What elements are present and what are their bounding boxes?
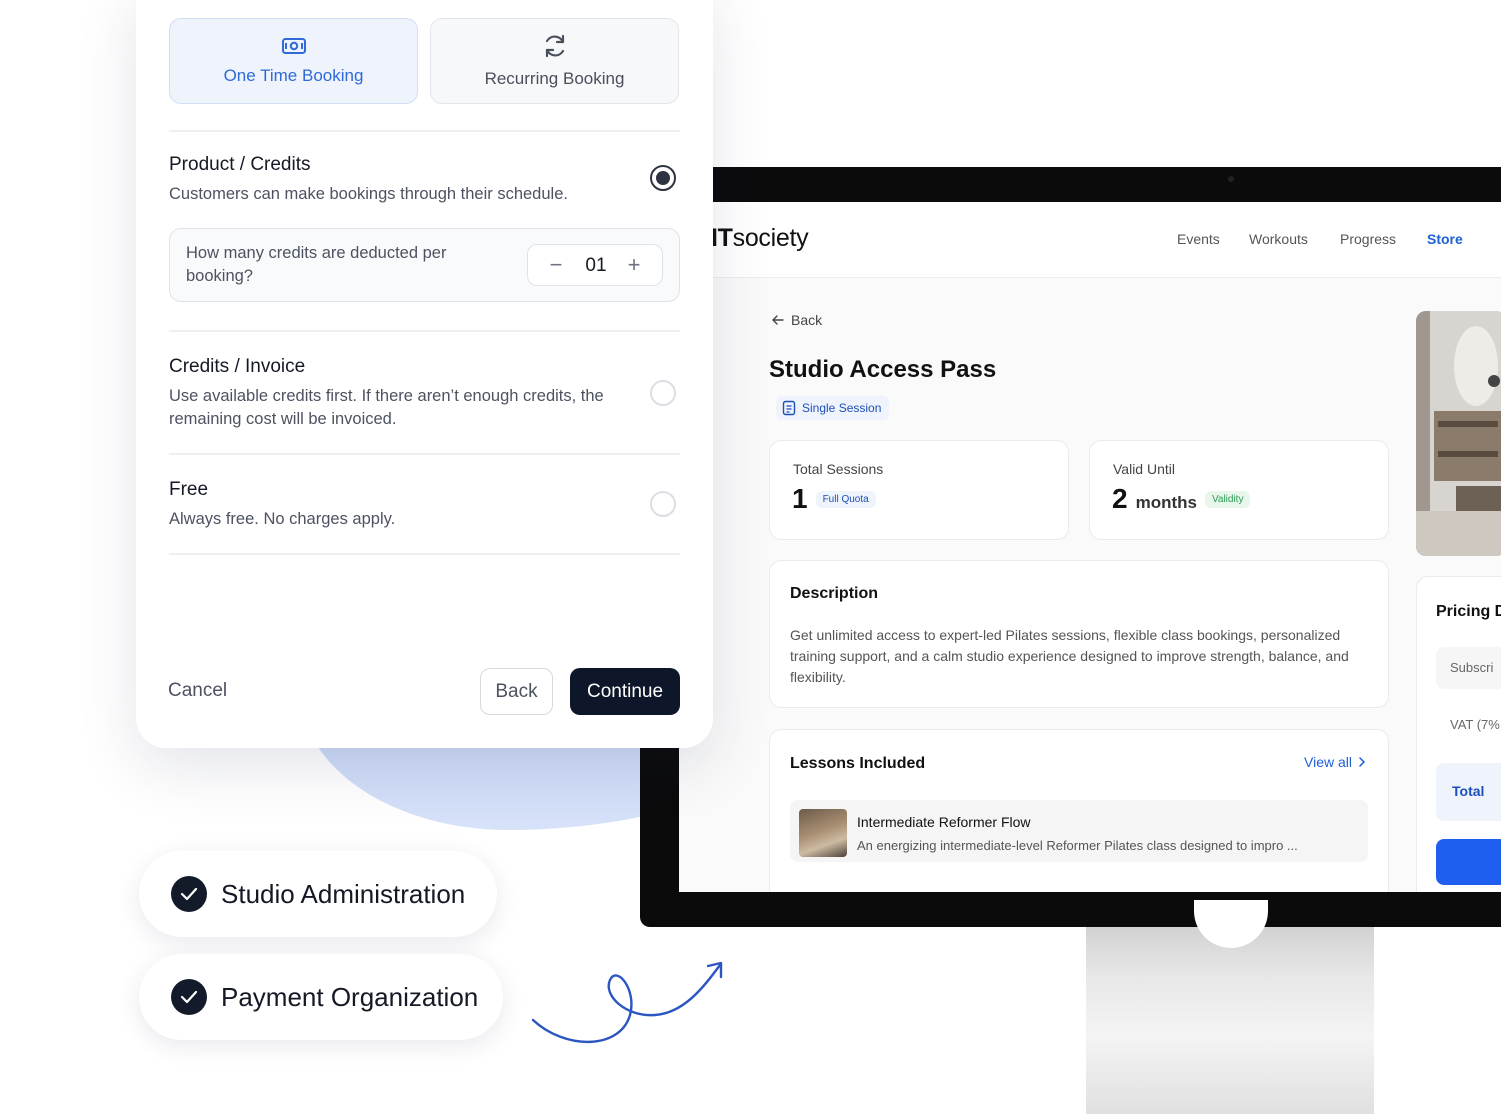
- view-all-link[interactable]: View all: [1304, 754, 1366, 770]
- validity-tag: Validity: [1204, 491, 1251, 508]
- check-icon: [171, 979, 207, 1015]
- one-time-booking-label: One Time Booking: [223, 66, 364, 85]
- nav-workouts[interactable]: Workouts: [1249, 231, 1308, 247]
- continue-button[interactable]: Continue: [570, 668, 680, 715]
- divider: [169, 130, 680, 132]
- nav-store[interactable]: Store: [1427, 231, 1463, 247]
- divider: [169, 553, 680, 555]
- description-card: Description Get unlimited access to expe…: [769, 560, 1389, 708]
- vat-row: VAT (7%: [1436, 704, 1501, 746]
- booking-panel: One Time Booking Recurring Booking Produ…: [136, 0, 713, 748]
- one-time-booking-button[interactable]: One Time Booking: [169, 18, 418, 104]
- radio-product-credits[interactable]: [650, 165, 676, 191]
- credits-deduction-box: How many credits are deducted per bookin…: [169, 228, 680, 302]
- back-button[interactable]: Back: [480, 668, 553, 715]
- plus-button[interactable]: +: [620, 251, 648, 279]
- refresh-icon: [545, 34, 564, 58]
- checkout-button[interactable]: [1436, 839, 1501, 885]
- nav-progress[interactable]: Progress: [1340, 231, 1396, 247]
- arrow-left-icon: [772, 315, 784, 325]
- stat-label: Valid Until: [1113, 461, 1175, 477]
- minus-button[interactable]: −: [542, 251, 570, 279]
- credits-stepper: − 01 +: [527, 244, 663, 286]
- stat-unit: months: [1135, 493, 1197, 512]
- radio-credits-invoice[interactable]: [650, 380, 676, 406]
- option-title-credits-invoice: Credits / Invoice: [169, 356, 306, 377]
- lesson-subtitle: An energizing intermediate-level Reforme…: [857, 838, 1298, 853]
- pricing-heading: Pricing D: [1436, 603, 1501, 620]
- lesson-title: Intermediate Reformer Flow: [857, 814, 1031, 830]
- pass-icon: [782, 400, 796, 416]
- curly-arrow-icon: [531, 961, 723, 1044]
- product-title: Studio Access Pass: [769, 356, 997, 383]
- website-screen: ITsociety Events Workouts Progress Store…: [679, 202, 1501, 892]
- view-all-label: View all: [1304, 754, 1352, 770]
- description-text: Get unlimited access to expert-led Pilat…: [790, 627, 1349, 685]
- nav-events[interactable]: Events: [1177, 231, 1220, 247]
- feature-label: Payment Organization: [221, 981, 479, 1012]
- site-logo[interactable]: ITsociety: [711, 224, 809, 253]
- stat-label: Total Sessions: [793, 461, 884, 477]
- studio-photo: [1416, 311, 1501, 556]
- recurring-booking-label: Recurring Booking: [484, 69, 625, 88]
- cash-icon: [281, 38, 306, 54]
- subscription-row: Subscri: [1436, 647, 1501, 689]
- total-row: Total: [1436, 763, 1501, 821]
- total-sessions-card: Total Sessions 1 Full Quota: [769, 440, 1069, 540]
- check-icon: [171, 876, 207, 912]
- full-quota-tag: Full Quota: [815, 491, 876, 508]
- feature-pill-payment-organization: Payment Organization: [139, 954, 503, 1040]
- pricing-card: Pricing D Subscri VAT (7% Total: [1416, 576, 1501, 892]
- lesson-thumbnail: [799, 809, 847, 857]
- camera-dot: [1228, 176, 1234, 182]
- credits-question: How many credits are deducted per bookin…: [186, 244, 447, 285]
- lessons-heading: Lessons Included: [790, 755, 926, 772]
- site-header: ITsociety Events Workouts Progress Store: [679, 202, 1501, 278]
- description-heading: Description: [790, 585, 879, 602]
- session-chip: Single Session: [776, 396, 890, 420]
- valid-until-card: Valid Until 2 months Validity: [1089, 440, 1389, 540]
- credits-value[interactable]: 01: [578, 255, 614, 277]
- session-chip-label: Single Session: [802, 401, 882, 415]
- divider: [169, 453, 680, 455]
- option-desc-product-credits: Customers can make bookings through thei…: [169, 185, 568, 203]
- back-link-label: Back: [791, 312, 823, 328]
- cancel-button[interactable]: Cancel: [168, 680, 227, 702]
- monitor-stand: [1086, 920, 1374, 1114]
- lessons-card: Lessons Included View all Intermediate R…: [769, 729, 1389, 892]
- option-desc-free: Always free. No charges apply.: [169, 510, 396, 528]
- stage: ITsociety Events Workouts Progress Store…: [0, 0, 1501, 1114]
- lesson-item[interactable]: Intermediate Reformer Flow An energizing…: [790, 800, 1368, 862]
- chevron-right-icon: [1359, 757, 1366, 767]
- back-link[interactable]: Back: [771, 312, 822, 328]
- recurring-booking-button[interactable]: Recurring Booking: [430, 18, 679, 104]
- divider: [169, 330, 680, 332]
- option-desc-credits-invoice: Use available credits first. If there ar…: [169, 387, 604, 428]
- feature-pill-studio-administration: Studio Administration: [139, 851, 497, 937]
- radio-free[interactable]: [650, 491, 676, 517]
- stat-value: 2: [1112, 483, 1128, 514]
- stat-value: 1: [792, 483, 808, 514]
- option-title-free: Free: [169, 479, 209, 500]
- feature-label: Studio Administration: [221, 878, 466, 909]
- option-title-product-credits: Product / Credits: [169, 154, 311, 175]
